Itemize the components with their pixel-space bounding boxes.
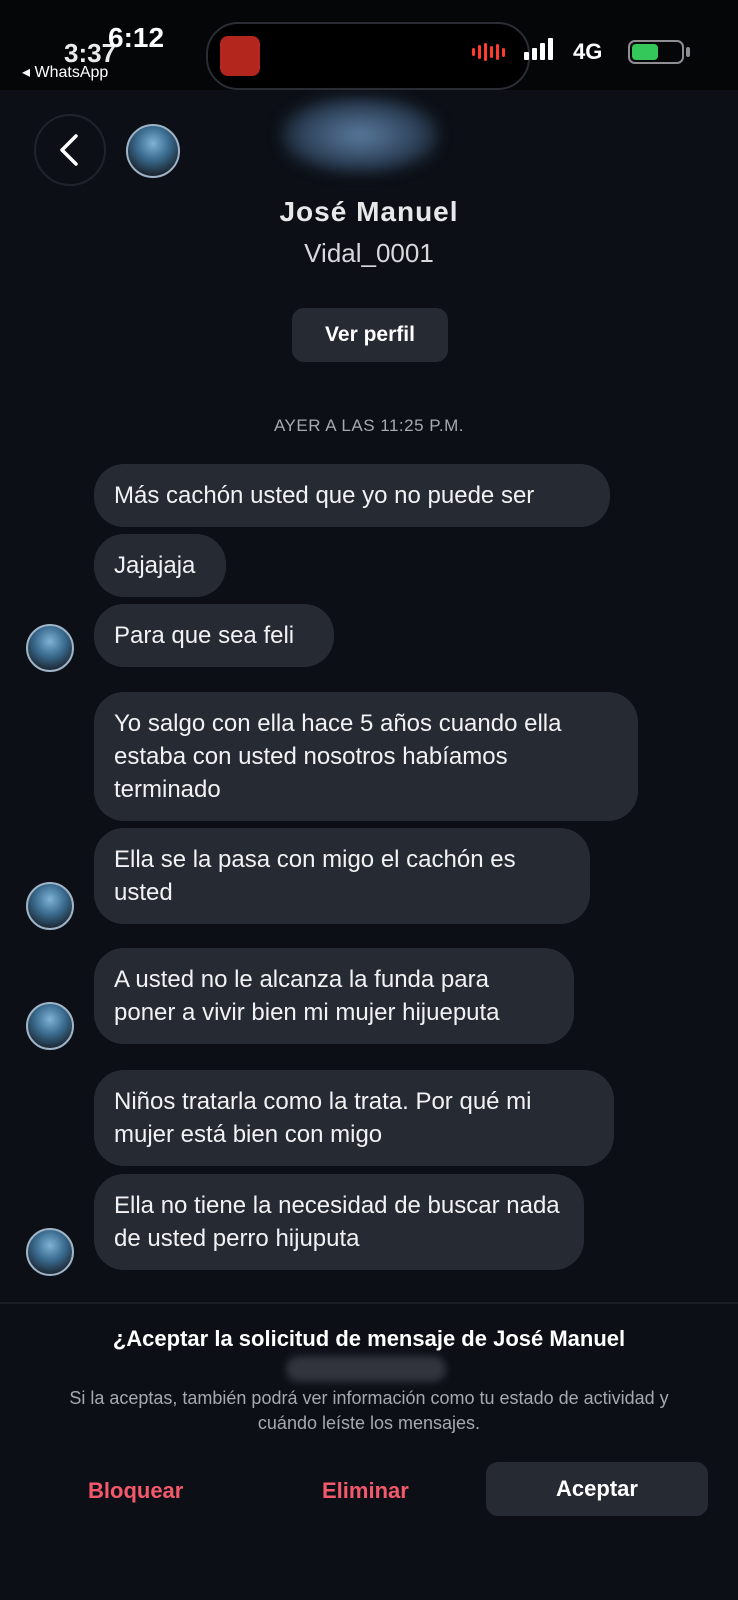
redacted-name — [286, 1356, 446, 1382]
accept-button[interactable]: Aceptar — [486, 1462, 708, 1516]
battery-level — [632, 44, 658, 60]
message-bubble[interactable]: Jajajaja — [94, 534, 226, 597]
sender-avatar[interactable] — [26, 624, 74, 672]
sender-avatar[interactable] — [26, 1228, 74, 1276]
contact-username: Vidal_0001 — [304, 238, 434, 268]
cellular-signal-icon — [524, 38, 553, 60]
header-avatar[interactable] — [126, 124, 180, 178]
request-title: ¿Aceptar la solicitud de mensaje de José… — [112, 1326, 626, 1351]
back-to-whatsapp-link[interactable]: ◂ WhatsApp — [22, 62, 108, 82]
message-bubble[interactable]: Para que sea feli — [94, 604, 334, 667]
status-time: 6:12 — [108, 22, 165, 53]
message-bubble[interactable]: Más cachón usted que yo no puede ser — [94, 464, 610, 527]
battery-icon — [628, 40, 684, 64]
request-description: Si la aceptas, también podrá ver informa… — [69, 1388, 669, 1433]
panel-divider — [0, 1302, 738, 1304]
delete-button[interactable]: Eliminar — [322, 1478, 409, 1504]
message-bubble[interactable]: Niños tratarla como la trata. Por qué mi… — [94, 1070, 614, 1166]
sender-avatar[interactable] — [26, 1002, 74, 1050]
chat-timestamp: AYER A LAS 11:25 P.M. — [273, 416, 465, 435]
recording-app-icon — [220, 36, 260, 76]
network-type: 4G — [573, 39, 603, 64]
recording-waveform-icon — [472, 43, 505, 61]
contact-name: José Manuel — [279, 196, 459, 227]
chevron-left-icon — [60, 134, 78, 166]
view-profile-button[interactable]: Ver perfil — [292, 308, 448, 362]
block-button[interactable]: Bloquear — [88, 1478, 183, 1504]
sender-avatar[interactable] — [26, 882, 74, 930]
back-button[interactable] — [34, 114, 106, 186]
profile-picture — [280, 96, 440, 174]
message-bubble[interactable]: Ella se la pasa con migo el cachón es us… — [94, 828, 590, 924]
message-bubble[interactable]: A usted no le alcanza la funda para pone… — [94, 948, 574, 1044]
message-bubble[interactable]: Ella no tiene la necesidad de buscar nad… — [94, 1174, 584, 1270]
message-bubble[interactable]: Yo salgo con ella hace 5 años cuando ell… — [94, 692, 638, 821]
battery-tip — [686, 47, 690, 57]
